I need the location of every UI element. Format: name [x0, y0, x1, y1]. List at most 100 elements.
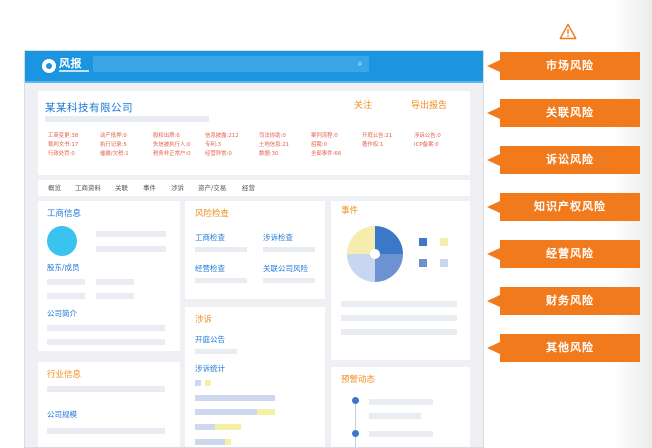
- company-card: 某某科技有限公司 关注 导出报告 工商变更:38 动产抵押:0 股权出质:6 信息披露…: [38, 91, 470, 175]
- business-info-panel: 工商信息 股东/成员 公司简介: [38, 201, 180, 351]
- placeholder-bar: [96, 279, 134, 285]
- risk-tag[interactable]: 其他风险: [500, 334, 640, 362]
- search-icon[interactable]: ⌕: [355, 59, 365, 69]
- top-bar: 风报 ⌕: [25, 51, 483, 83]
- operation-check-link[interactable]: 经营检查: [195, 263, 225, 274]
- stat-item[interactable]: 裁判文书:17: [48, 142, 78, 148]
- stat-item[interactable]: 专利:3: [205, 142, 221, 148]
- placeholder-bar: [341, 301, 457, 307]
- follow-button[interactable]: 关注: [354, 98, 372, 111]
- stat-item[interactable]: 催缴/欠税:1: [100, 151, 129, 157]
- placeholder-bar: [47, 339, 165, 345]
- stat-item[interactable]: 数据:30: [259, 151, 278, 157]
- business-check-link[interactable]: 工商检查: [195, 232, 225, 243]
- risk-tag[interactable]: 财务风险: [500, 287, 640, 315]
- litigation-panel: 涉诉 开庭公告 涉诉统计: [185, 307, 325, 447]
- events-panel: 事件: [331, 201, 470, 360]
- litigation-bar: [225, 439, 231, 445]
- litigation-title: 涉诉: [195, 315, 213, 325]
- risk-pointer-icon: [487, 201, 500, 213]
- company-profile-link[interactable]: 公司简介: [47, 308, 77, 319]
- alerts-title: 预警动态: [341, 375, 376, 385]
- search-input[interactable]: [93, 56, 369, 72]
- litigation-bar: [195, 409, 257, 415]
- tab-assets-trade[interactable]: 资产/交易: [198, 184, 226, 192]
- placeholder-bar: [47, 386, 165, 392]
- tab-business-data[interactable]: 工商资料: [75, 184, 101, 192]
- stat-item[interactable]: 全部事件:66: [311, 151, 341, 157]
- stat-item[interactable]: 税务非正常户:0: [153, 151, 191, 157]
- tab-overview[interactable]: 概览: [48, 184, 61, 192]
- app-window: 风报 ⌕ 某某科技有限公司 关注 导出报告 工商变更:38 动产抵押:0 股权出质:…: [24, 50, 484, 448]
- stat-item[interactable]: 开庭公告:21: [362, 133, 392, 139]
- industry-info-panel: 行业信息 公司规模: [38, 362, 180, 447]
- stat-item[interactable]: 执行记录:5: [100, 142, 127, 148]
- stat-item[interactable]: ICP备案:0: [414, 142, 439, 148]
- risk-pointer-icon: [487, 154, 500, 166]
- risk-tag[interactable]: 关联风险: [500, 99, 640, 127]
- shareholders-link[interactable]: 股东/成员: [47, 262, 80, 273]
- placeholder-bar: [263, 278, 315, 283]
- litigation-bar: [215, 424, 241, 430]
- avatar: [47, 226, 77, 256]
- placeholder-bar: [47, 428, 165, 434]
- export-report-button[interactable]: 导出报告: [411, 98, 447, 111]
- stat-item[interactable]: 信息披露:212: [205, 133, 239, 139]
- litigation-bar: [195, 380, 201, 386]
- stat-item[interactable]: 股权出质:6: [153, 133, 180, 139]
- litigation-bar: [205, 380, 211, 386]
- stat-item[interactable]: 案列流程:0: [311, 133, 338, 139]
- company-scale-link[interactable]: 公司规模: [47, 409, 77, 420]
- risk-tag[interactable]: 知识产权风险: [500, 193, 640, 221]
- placeholder-bar: [369, 431, 433, 437]
- stat-item[interactable]: 经营异常:0: [205, 151, 232, 157]
- risk-tag[interactable]: 经营风险: [500, 240, 640, 268]
- litigation-check-link[interactable]: 涉诉检查: [263, 232, 293, 243]
- stat-item[interactable]: 司法协助:0: [259, 133, 286, 139]
- company-subtitle-placeholder: [45, 116, 209, 122]
- tab-related[interactable]: 关联: [115, 184, 128, 192]
- industry-info-title: 行业信息: [47, 370, 82, 380]
- stat-item[interactable]: 行政处罚:0: [48, 151, 75, 157]
- placeholder-bar: [195, 247, 247, 252]
- timeline-dot: [352, 397, 359, 404]
- stat-item[interactable]: 著作权:1: [362, 142, 383, 148]
- stage: 风报 ⌕ 某某科技有限公司 关注 导出报告 工商变更:38 动产抵押:0 股权出质:…: [0, 0, 652, 448]
- risk-pointer-icon: [487, 342, 500, 354]
- placeholder-bar: [96, 246, 166, 252]
- legend-swatch: [440, 238, 448, 246]
- legend-swatch: [440, 259, 448, 267]
- placeholder-bar: [96, 231, 166, 237]
- stat-item[interactable]: 招聘:0: [311, 142, 327, 148]
- placeholder-bar: [263, 247, 315, 252]
- placeholder-bar: [341, 329, 457, 335]
- stat-item[interactable]: 涉诉公告:0: [414, 133, 441, 139]
- risk-tag[interactable]: 诉讼风险: [500, 146, 640, 174]
- placeholder-bar: [195, 278, 247, 283]
- alerts-panel: 预警动态: [331, 367, 470, 447]
- section-tabs: 概览 工商资料 关联 事件 涉诉 资产/交易 经营: [38, 180, 470, 196]
- tab-operation[interactable]: 经营: [242, 184, 255, 192]
- litigation-stats-link[interactable]: 涉诉统计: [195, 363, 225, 374]
- placeholder-bar: [47, 293, 85, 299]
- tab-litigation[interactable]: 涉诉: [171, 184, 184, 192]
- tab-events[interactable]: 事件: [143, 184, 156, 192]
- warning-triangle-icon: [559, 23, 577, 40]
- court-hearing-link[interactable]: 开庭公告: [195, 334, 225, 345]
- placeholder-bar: [47, 279, 85, 285]
- risk-pointer-icon: [487, 248, 500, 260]
- placeholder-bar: [195, 349, 237, 354]
- stat-item[interactable]: 动产抵押:0: [100, 133, 127, 139]
- logo-text: 风报: [59, 57, 82, 70]
- placeholder-bar: [341, 315, 457, 321]
- business-info-title: 工商信息: [47, 209, 82, 219]
- stat-item[interactable]: 失信被执行人:0: [153, 142, 191, 148]
- related-company-risk-link[interactable]: 关联公司风险: [263, 263, 308, 274]
- stat-item[interactable]: 工商变更:38: [48, 133, 78, 139]
- placeholder-bar: [47, 325, 165, 331]
- app-logo[interactable]: 风报: [42, 58, 96, 74]
- stat-item[interactable]: 土地信息:21: [259, 142, 289, 148]
- placeholder-bar: [96, 293, 134, 299]
- risk-pointer-icon: [487, 60, 500, 72]
- risk-tag[interactable]: 市场风险: [500, 52, 640, 80]
